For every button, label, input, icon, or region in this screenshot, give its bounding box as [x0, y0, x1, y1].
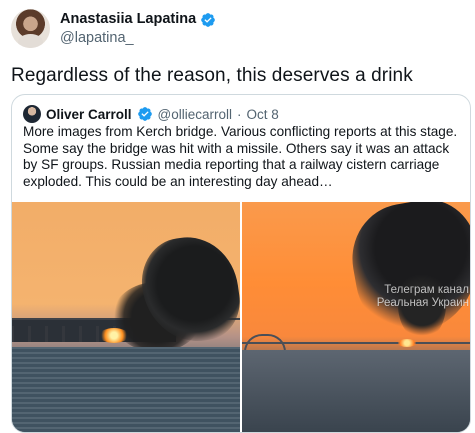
quoted-tweet[interactable]: Oliver Carroll @olliecarroll · Oct 8 Mor… [11, 94, 471, 433]
verified-badge-icon [137, 107, 152, 121]
meta-separator: · [237, 106, 242, 122]
quoted-tweet-media[interactable]: Телеграм канал Реальная Украин [12, 202, 470, 432]
quoted-tweet-text: More images from Kerch bridge. Various c… [23, 124, 458, 189]
verified-badge-icon [201, 12, 216, 27]
author-avatar[interactable] [11, 9, 50, 48]
water-surface [242, 350, 470, 432]
media-watermark: Телеграм канал Реальная Украин [376, 284, 469, 309]
author-info[interactable]: Anastasiia Lapatina @lapatina_ [60, 11, 216, 47]
water-surface [12, 347, 240, 432]
media-photo-bridge-fire-right[interactable]: Телеграм канал Реальная Украин [242, 202, 470, 432]
quoted-author-avatar[interactable] [23, 105, 41, 123]
quoted-author-name[interactable]: Oliver Carroll [46, 107, 132, 122]
fire-glow [398, 339, 416, 347]
tweet-text: Regardless of the reason, this deserves … [11, 65, 413, 86]
quoted-tweet-header: Oliver Carroll @olliecarroll · Oct 8 [23, 105, 279, 123]
media-photo-bridge-fire-left[interactable] [12, 202, 240, 432]
tweet-card: Anastasiia Lapatina @lapatina_ Regardles… [0, 0, 475, 433]
author-name[interactable]: Anastasiia Lapatina [60, 11, 196, 28]
fire-glow [99, 328, 129, 343]
quoted-tweet-date[interactable]: Oct 8 [247, 107, 279, 122]
quoted-author-handle[interactable]: @olliecarroll [158, 107, 232, 122]
author-handle[interactable]: @lapatina_ [60, 30, 216, 47]
